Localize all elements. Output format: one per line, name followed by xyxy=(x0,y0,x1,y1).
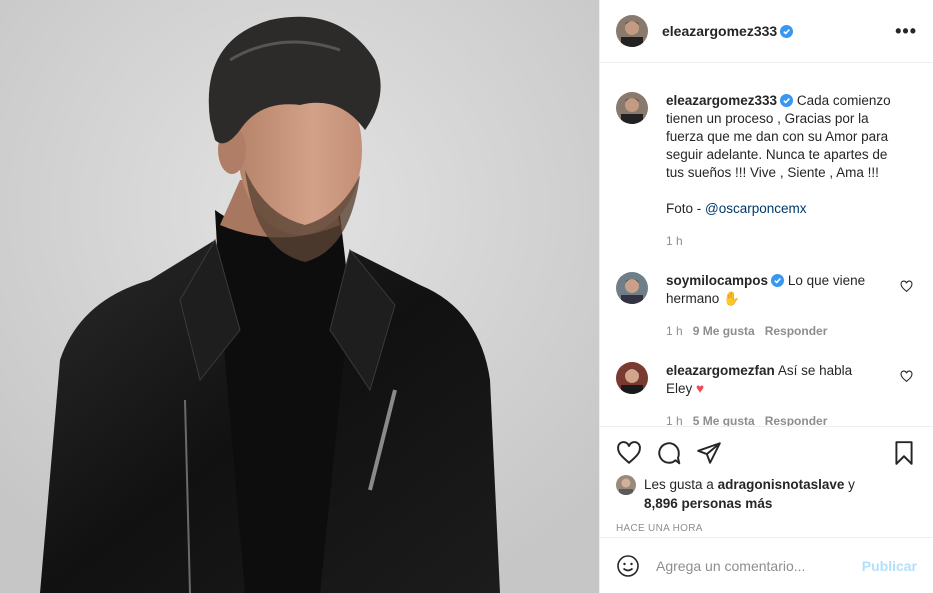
post-header: eleazargomez333 ••• xyxy=(600,0,933,63)
comment-meta: 1 h 9 Me gusta Responder xyxy=(666,322,876,340)
comment-input[interactable] xyxy=(656,557,862,574)
comment-body: soymilocampos Lo que viene hermano ✋ 1 h… xyxy=(666,272,876,340)
share-send-icon[interactable] xyxy=(696,440,722,466)
comment-body: eleazargomezfan Así se habla Eley ♥ 1 h5… xyxy=(666,362,876,426)
like-heart-icon[interactable] xyxy=(616,440,642,466)
comment-bubble-icon[interactable] xyxy=(656,440,682,466)
post-time-ago[interactable]: HACE UNA HORA xyxy=(616,523,917,534)
caption-time[interactable]: 1 h xyxy=(666,232,906,250)
hand-emoji-icon: ✋ xyxy=(723,291,740,306)
likes-count[interactable]: 8,896 personas más xyxy=(644,496,772,511)
comment-meta: 1 h 5 Me gusta Responder xyxy=(666,412,876,426)
verified-badge-icon xyxy=(780,24,794,38)
comment-likes[interactable]: 9 Me gusta xyxy=(693,324,755,338)
comment-like-heart-icon[interactable] xyxy=(900,370,913,383)
action-icons-row xyxy=(616,427,917,475)
photographer-mention[interactable]: @oscarponcemx xyxy=(705,201,807,216)
comment-avatar[interactable] xyxy=(616,272,648,304)
photo-credit-label: Foto - xyxy=(666,201,706,216)
comment-time[interactable]: 1 h xyxy=(666,324,683,338)
comment-item: eleazargomezfan Así se habla Eley ♥ 1 h5… xyxy=(616,362,917,426)
verified-badge-icon xyxy=(771,274,785,287)
photo-credit: Foto - @oscarponcemx xyxy=(666,200,906,218)
post-actions: Les gusta a adragonisnotaslave y 8,896 pe… xyxy=(600,426,933,534)
more-options-icon[interactable]: ••• xyxy=(895,21,917,42)
post-photo[interactable] xyxy=(0,0,599,593)
comments-section[interactable]: eleazargomez333 Cada comienzo tienen un … xyxy=(600,64,933,426)
comment-like-heart-icon[interactable] xyxy=(900,280,913,293)
caption-block: eleazargomez333 Cada comienzo tienen un … xyxy=(616,64,917,250)
publish-button[interactable]: Publicar xyxy=(862,558,917,574)
caption-text-block: eleazargomez333 Cada comienzo tienen un … xyxy=(666,64,906,250)
likes-prefix: Les gusta a xyxy=(644,477,718,492)
comment-username[interactable]: soymilocampos xyxy=(666,273,768,288)
post-panel: eleazargomez333 ••• eleazargomez333 Cada… xyxy=(599,0,933,593)
author-avatar[interactable] xyxy=(616,15,648,47)
comment-likes[interactable]: 5 Me gusta xyxy=(693,414,755,426)
post-photo-illustration xyxy=(0,0,599,593)
comment-time[interactable]: 1 h xyxy=(666,414,683,426)
author-username[interactable]: eleazargomez333 xyxy=(662,23,777,39)
comment-username[interactable]: eleazargomezfan xyxy=(666,363,775,378)
save-bookmark-icon[interactable] xyxy=(891,440,917,466)
red-heart-emoji-icon: ♥ xyxy=(696,381,705,396)
add-comment-bar: Publicar xyxy=(600,537,933,593)
likes-middle: y xyxy=(844,477,855,492)
likes-text: Les gusta a adragonisnotaslave y 8,896 pe… xyxy=(644,475,894,513)
comment-item: soymilocampos Lo que viene hermano ✋ 1 h… xyxy=(616,272,917,340)
caption-avatar[interactable] xyxy=(616,92,648,124)
reply-button[interactable]: Responder xyxy=(765,414,828,426)
emoji-smiley-icon[interactable] xyxy=(616,554,640,578)
comment-avatar[interactable] xyxy=(616,362,648,394)
verified-badge-icon xyxy=(780,94,794,107)
caption-username[interactable]: eleazargomez333 xyxy=(666,93,777,108)
reply-button[interactable]: Responder xyxy=(765,324,828,338)
liker-username[interactable]: adragonisnotaslave xyxy=(718,477,845,492)
liker-avatar[interactable] xyxy=(616,475,636,495)
likes-summary: Les gusta a adragonisnotaslave y 8,896 pe… xyxy=(616,475,917,513)
